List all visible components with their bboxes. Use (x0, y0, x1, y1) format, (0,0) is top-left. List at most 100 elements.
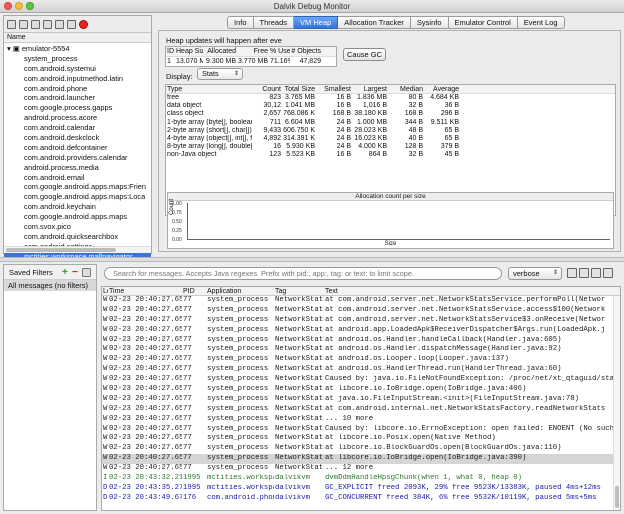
log-cell: NetworkStats (275, 345, 324, 354)
cause-gc-button[interactable]: Cause GC (343, 48, 386, 61)
table-row[interactable]: W 02-23 20:40:27.657 77 system_process Netwo… (102, 365, 620, 375)
table-row[interactable]: W 02-23 20:40:27.657 77 system_process Netwo… (102, 405, 620, 415)
table-row[interactable]: W 02-23 20:40:27.657 77 system_process Netwo… (102, 464, 620, 474)
table-row[interactable]: W 02-23 20:40:27.657 77 system_process Netwo… (102, 444, 620, 454)
table-row[interactable]: W 02-23 20:40:27.657 77 system_process Netwo… (102, 326, 620, 336)
method-profiling-icon[interactable] (67, 19, 76, 29)
type-header-cell[interactable]: Count (252, 85, 282, 93)
table-row[interactable]: W 02-23 20:40:27.657 77 system_process Netwo… (102, 395, 620, 405)
minimize-window-button[interactable] (15, 2, 23, 10)
table-row[interactable]: W 02-23 20:40:27.657 77 system_process Netwo… (102, 306, 620, 316)
add-filter-icon[interactable]: + (62, 265, 68, 280)
tab-event-log[interactable]: Event Log (517, 16, 565, 29)
table-row[interactable]: W 02-23 20:40:27.657 77 system_process Netwo… (102, 296, 620, 306)
tab-emulator-control[interactable]: Emulator Control (448, 16, 518, 29)
save-log-icon[interactable] (567, 268, 577, 278)
table-row[interactable]: W 02-23 20:40:27.657 77 system_process Netwo… (102, 434, 620, 444)
process-item[interactable]: android.process.media (4, 163, 151, 173)
devices-column-header[interactable]: Name (4, 33, 151, 43)
type-header-cell[interactable]: Type (166, 85, 252, 93)
cause-gc-icon[interactable] (43, 19, 52, 29)
process-item[interactable]: com.android.phone (4, 84, 151, 94)
log-level-select[interactable]: verbose ⇕ (508, 267, 562, 280)
logcat-column-header[interactable]: Tag (274, 287, 324, 295)
table-row[interactable]: data object 30,12 1.041 MB 16 B 1,016 B 32 B 3… (166, 102, 615, 110)
device-item[interactable]: ▾ ▣ emulator-5554 (4, 44, 151, 54)
panel-splitter[interactable] (0, 257, 624, 262)
type-header-cell[interactable]: Smallest (316, 85, 352, 93)
process-item[interactable]: com.android.deskclock (4, 133, 151, 143)
dump-hprof-icon[interactable] (31, 19, 40, 29)
process-item[interactable]: com.google.android.apps.maps (4, 212, 151, 222)
process-item[interactable]: com.android.calendar (4, 123, 151, 133)
stop-process-icon[interactable] (79, 19, 88, 29)
table-row[interactable]: W 02-23 20:40:27.657 77 system_process Netwo… (102, 375, 620, 385)
tab-info[interactable]: Info (227, 16, 254, 29)
table-row[interactable]: W 02-23 20:40:27.657 77 system_process Netwo… (102, 355, 620, 365)
log-cell: 02-23 20:40:27.657 (109, 335, 182, 344)
process-item[interactable]: com.android.inputmethod.latin (4, 74, 151, 84)
table-row[interactable]: W 02-23 20:40:27.657 77 system_process Netwo… (102, 336, 620, 346)
type-header-cell[interactable]: Largest (352, 85, 388, 93)
zoom-window-button[interactable] (26, 2, 34, 10)
process-item[interactable]: com.android.email (4, 173, 151, 183)
toggle-columns-icon[interactable] (591, 268, 601, 278)
process-item[interactable]: com.android.quicksearchbox (4, 232, 151, 242)
tab-vm-heap[interactable]: VM Heap (294, 16, 339, 29)
process-item[interactable]: system_process (4, 54, 151, 64)
table-row[interactable]: non-Java object 123 5.523 KB 16 B 864 B 32 B 4… (166, 151, 615, 159)
table-row[interactable]: W 02-23 20:40:27.657 77 system_process Netwo… (102, 415, 620, 425)
logcat-column-header[interactable]: Time (108, 287, 182, 295)
edit-filter-icon[interactable] (82, 268, 91, 277)
clear-log-icon[interactable] (579, 268, 589, 278)
table-row[interactable]: W 02-23 20:40:27.657 77 system_process Netwo… (102, 316, 620, 326)
process-item[interactable]: com.google.android.apps.maps:Loca (4, 192, 151, 202)
table-row[interactable]: W 02-23 20:40:27.657 77 system_process Netwo… (102, 345, 620, 355)
close-window-button[interactable] (4, 2, 12, 10)
process-item[interactable]: com.svox.pico (4, 222, 151, 232)
table-row[interactable]: 8-byte array (long[], double[] 16 5.930 KB… (166, 143, 615, 151)
logcat-column-header[interactable]: PID (182, 287, 206, 295)
table-row[interactable]: 4-byte array (object[], int[], f 4,892 314… (166, 135, 615, 143)
table-row[interactable]: class object 2,657 768.086 K 168 B 38.180 KB… (166, 110, 615, 118)
type-cell: 379 B (440, 143, 459, 151)
process-item[interactable]: com.android.launcher (4, 93, 151, 103)
table-row[interactable]: free 823 3.765 MB 16 B 1.836 MB 80 B 4.684 KB (166, 94, 615, 102)
tab-threads[interactable]: Threads (253, 16, 295, 29)
process-item[interactable]: com.google.android.apps.maps:Frien (4, 182, 151, 192)
allocation-chart-ytick: 0.75 (172, 210, 182, 216)
logcat-column-header[interactable]: Application (206, 287, 274, 295)
table-row[interactable]: D 02-23 20:43:35.272 1995 mctities.workspa d… (102, 484, 620, 494)
table-row[interactable]: W 02-23 20:40:27.657 77 system_process Netwo… (102, 385, 620, 395)
logcat-column-header[interactable]: Text (324, 287, 620, 295)
tab-allocation-tracker[interactable]: Allocation Tracker (338, 16, 411, 29)
process-item[interactable]: com.android.keychain (4, 202, 151, 212)
update-threads-icon[interactable] (55, 19, 64, 29)
remove-filter-icon[interactable]: − (72, 265, 78, 280)
update-heap-icon[interactable] (19, 19, 28, 29)
logcat-vertical-scrollbar[interactable] (613, 296, 620, 510)
filter-item[interactable]: All messages (no filters) (4, 280, 96, 291)
display-select[interactable]: Stats ⇕ (197, 68, 243, 80)
table-row[interactable]: 1-byte array (byte[], boolean 711 6.604 MB… (166, 119, 615, 127)
scroll-lock-icon[interactable] (603, 268, 613, 278)
table-row[interactable]: W 02-23 20:40:27.657 77 system_process Netwo… (102, 454, 620, 465)
type-cell: 1.836 MB (357, 94, 387, 101)
devices-horizontal-scrollbar[interactable] (4, 246, 151, 253)
process-item[interactable]: android.process.acore (4, 113, 151, 123)
process-item[interactable]: com.android.systemui (4, 64, 151, 74)
logcat-search-input[interactable] (104, 267, 502, 280)
table-row[interactable]: 2-byte array (short[], char[]) 9,433 606.7… (166, 127, 615, 135)
process-item[interactable]: com.android.defcontainer (4, 143, 151, 153)
type-header-cell[interactable]: Total Size (282, 85, 316, 93)
table-row[interactable]: W 02-23 20:40:27.657 77 system_process Netwo… (102, 425, 620, 435)
type-header-cell[interactable]: Median (388, 85, 424, 93)
table-row[interactable]: D 02-23 20:43:49.677 176 com.android.phon da… (102, 494, 620, 504)
table-row[interactable]: I 02-23 20:43:32.216 1995 mctities.workspa d… (102, 474, 620, 484)
log-cell: 176 (183, 493, 197, 502)
tab-sysinfo[interactable]: Sysinfo (410, 16, 449, 29)
process-item[interactable]: com.android.providers.calendar (4, 153, 151, 163)
debug-process-icon[interactable] (7, 19, 16, 29)
type-header-cell[interactable]: Average (424, 85, 460, 93)
process-item[interactable]: com.google.process.gapps (4, 103, 151, 113)
